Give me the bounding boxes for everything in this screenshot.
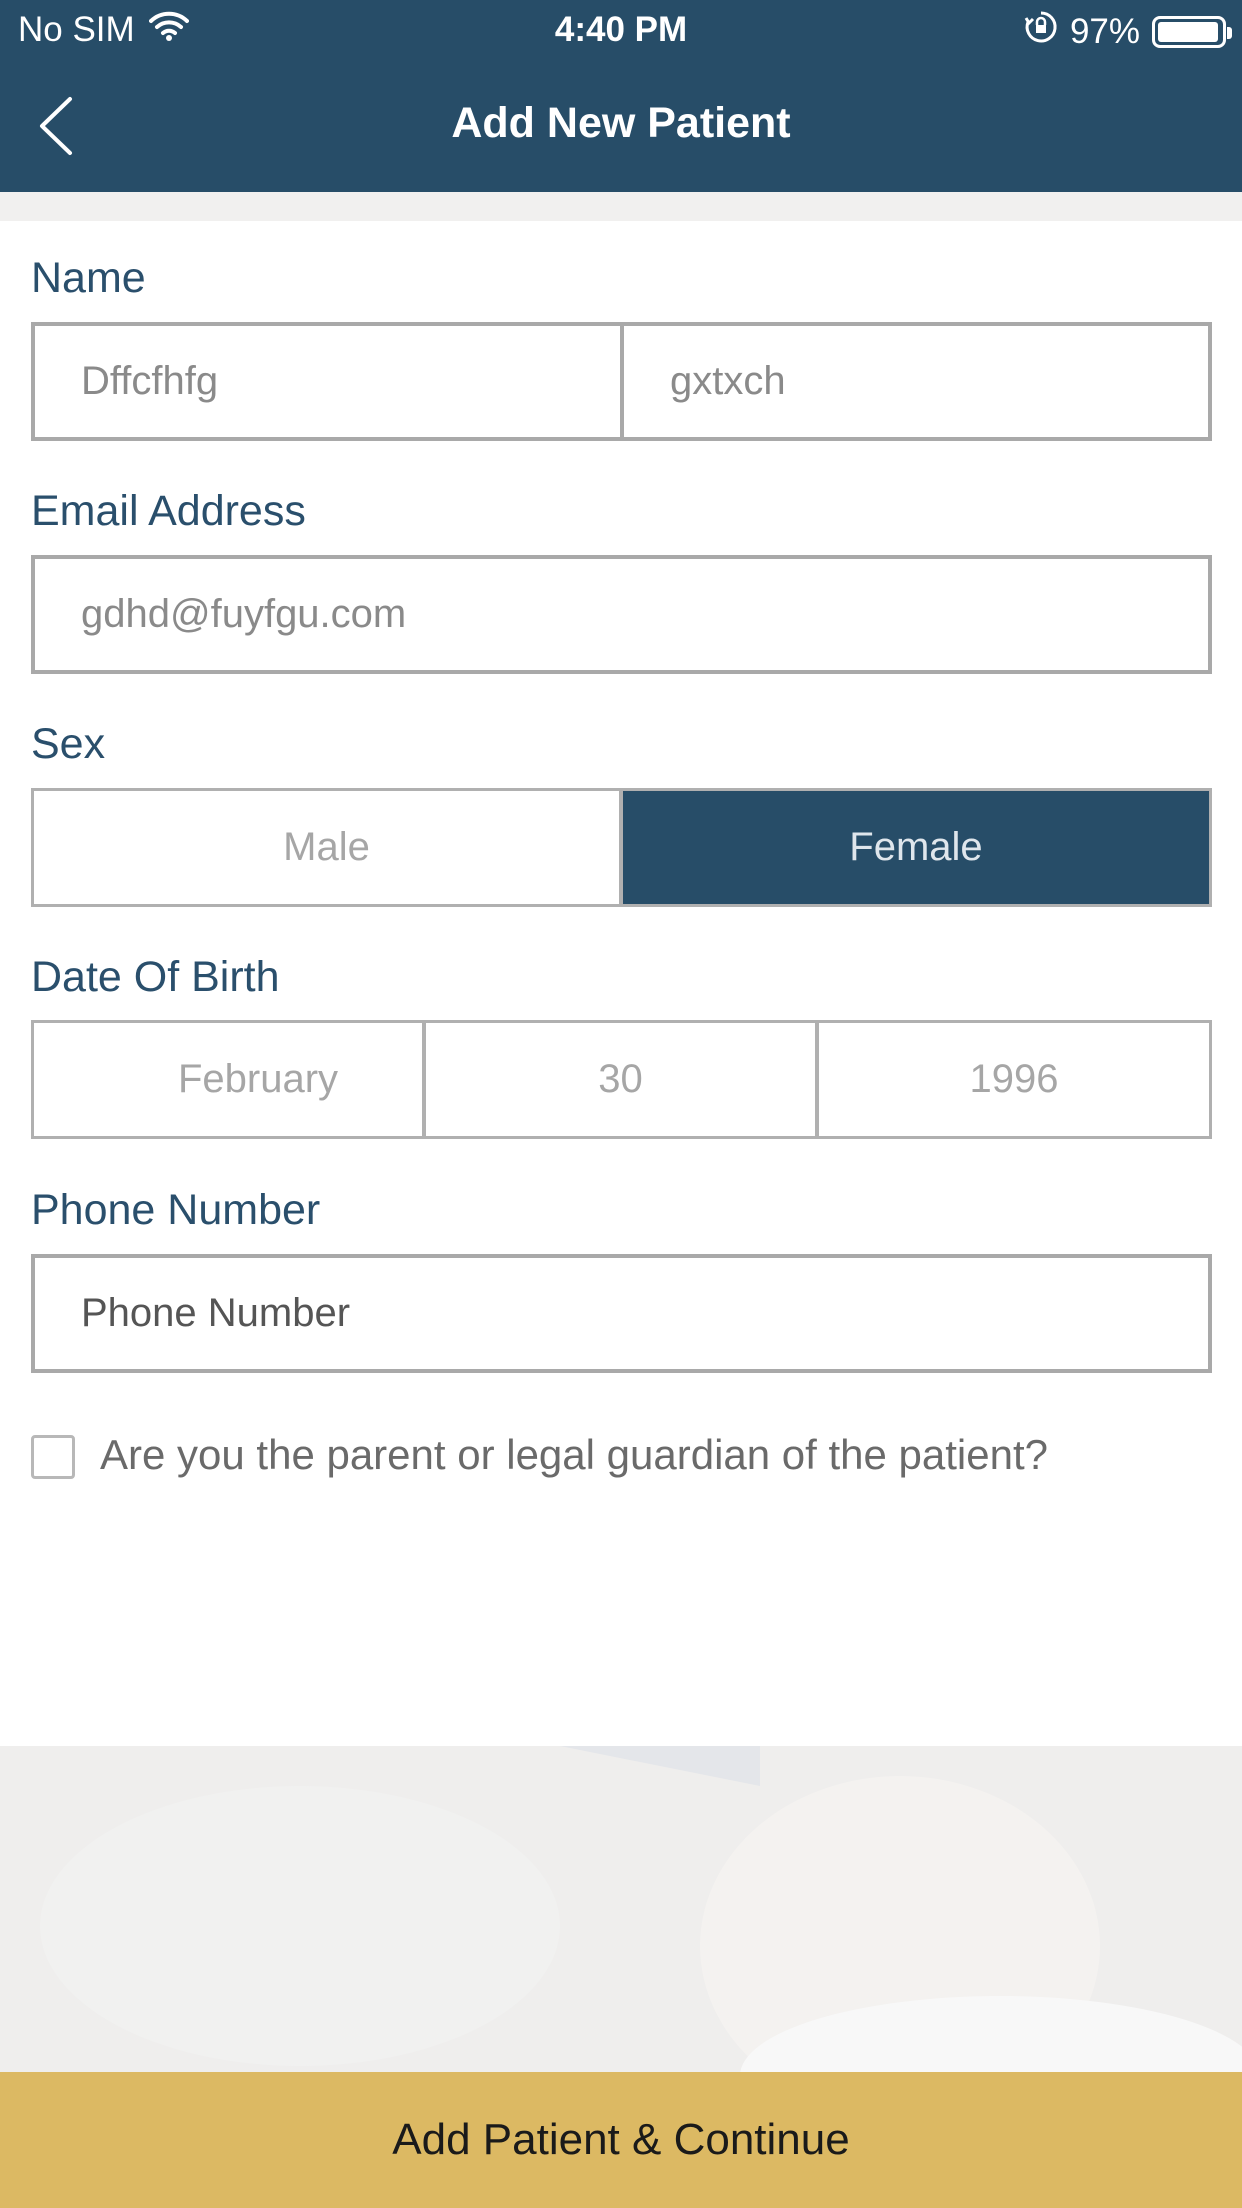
patient-form: Name Dffcfhfg gxtxch Email Address gdhd@…	[0, 221, 1242, 1746]
add-patient-continue-label: Add Patient & Continue	[392, 2115, 850, 2164]
first-name-value: Dffcfhfg	[81, 359, 219, 403]
page-title: Add New Patient	[451, 99, 791, 147]
sex-option-male-label: Male	[283, 825, 370, 869]
name-label: Name	[31, 254, 146, 302]
battery-fill	[1158, 21, 1219, 42]
battery-icon	[1152, 15, 1232, 48]
status-right: 97%	[1024, 10, 1232, 53]
sex-label: Sex	[31, 720, 106, 768]
guardian-checkbox-label[interactable]: Are you the parent or legal guardian of …	[100, 1431, 1048, 1479]
dob-month-value: February	[177, 1057, 339, 1101]
email-input[interactable]: gdhd@fuyfgu.com	[31, 555, 1212, 674]
guardian-checkbox[interactable]	[31, 1435, 75, 1479]
phone-label: Phone Number	[31, 1186, 321, 1234]
dob-label: Date Of Birth	[31, 953, 280, 1001]
email-label: Email Address	[31, 487, 306, 535]
sex-option-male[interactable]: Male	[31, 788, 622, 907]
status-bar: No SIM 4:40 PM 97%	[0, 0, 1242, 59]
sex-option-female-label: Female	[849, 825, 983, 869]
orientation-lock-icon	[1024, 10, 1058, 53]
add-patient-continue-button[interactable]: Add Patient & Continue	[0, 2072, 1242, 2208]
dob-year-value: 1996	[969, 1057, 1059, 1101]
dob-month-select[interactable]: February	[31, 1020, 425, 1139]
sex-option-female[interactable]: Female	[620, 788, 1212, 907]
phone-placeholder: Phone Number	[81, 1291, 351, 1335]
screen: No SIM 4:40 PM 97% Add New Patient Name …	[0, 0, 1242, 2208]
email-value: gdhd@fuyfgu.com	[81, 592, 407, 636]
dob-day-select[interactable]: 30	[423, 1020, 818, 1139]
last-name-value: gxtxch	[670, 359, 786, 403]
dob-year-select[interactable]: 1996	[816, 1020, 1212, 1139]
battery-percent: 97%	[1069, 11, 1140, 51]
dob-day-value: 30	[598, 1057, 643, 1101]
nav-bar: Add New Patient	[0, 59, 1242, 192]
last-name-input[interactable]: gxtxch	[620, 322, 1212, 441]
first-name-input[interactable]: Dffcfhfg	[31, 322, 624, 441]
background-image	[0, 1746, 1242, 2072]
phone-input[interactable]: Phone Number	[31, 1254, 1212, 1373]
